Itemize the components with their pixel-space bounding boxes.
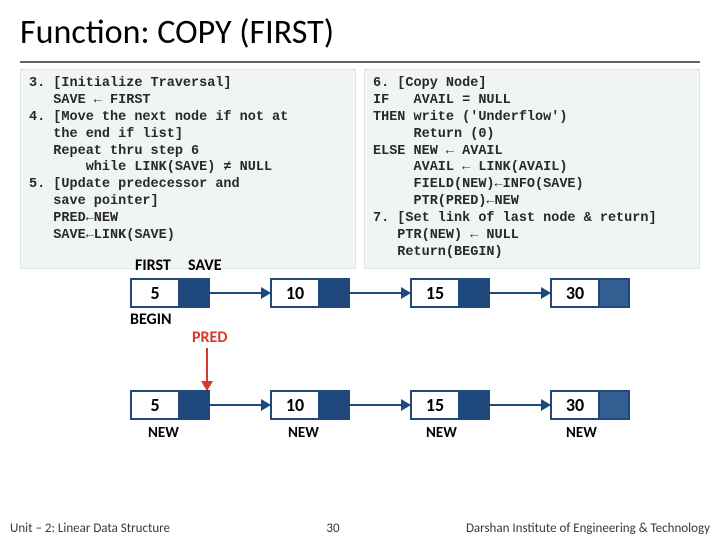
node: 30 [550,390,630,420]
node-pointer [180,280,208,306]
new-labels-row: NEW NEW NEW NEW [130,424,680,442]
code-columns: 3. [Initialize Traversal] SAVE ← FIRST 4… [0,69,720,269]
new-label: NEW [486,424,624,442]
node-value: 30 [552,280,600,306]
new-label: NEW [130,424,210,442]
slide-title: Function: COPY (FIRST) [0,0,720,61]
linked-list-diagram: FIRST SAVE 5 10 15 30 BEGIN PRED 5 [130,278,680,442]
node-value: 10 [272,280,320,306]
node-pointer [180,392,208,418]
node-value: 15 [412,392,460,418]
begin-label: BEGIN [130,310,172,329]
node: 5 [130,278,210,308]
code-left: 3. [Initialize Traversal] SAVE ← FIRST 4… [20,69,356,269]
footer-page: 30 [200,521,466,536]
node-null-pointer [600,392,628,418]
node-value: 5 [132,280,180,306]
code-right: 6. [Copy Node] IF AVAIL = NULL THEN writ… [364,69,700,269]
node-pointer [460,392,488,418]
node-value: 10 [272,392,320,418]
first-label: FIRST [135,256,171,275]
pred-arrow-icon [206,348,208,390]
link-arrow-icon [490,292,550,294]
node: 15 [410,278,490,308]
node-value: 5 [132,392,180,418]
title-divider [20,61,700,63]
top-chain: 5 10 15 30 [130,278,680,308]
new-label: NEW [348,424,486,442]
node: 30 [550,278,630,308]
node-pointer [320,280,348,306]
node: 5 [130,390,210,420]
link-arrow-icon [350,292,410,294]
node: 10 [270,278,350,308]
node: 10 [270,390,350,420]
new-label: NEW [210,424,348,442]
node: 15 [410,390,490,420]
node-pointer [320,392,348,418]
link-arrow-icon [490,404,550,406]
pred-label: PRED [192,328,227,347]
link-arrow-icon [210,404,270,406]
node-value: 30 [552,392,600,418]
node-value: 15 [412,280,460,306]
footer-right: Darshan Institute of Engineering & Techn… [466,521,710,536]
bottom-chain: 5 10 15 30 [130,390,680,420]
footer: Unit – 2: Linear Data Structure 30 Darsh… [0,521,720,536]
link-arrow-icon [210,292,270,294]
link-arrow-icon [350,404,410,406]
footer-left: Unit – 2: Linear Data Structure [10,521,170,536]
save-label: SAVE [188,256,222,275]
node-pointer [460,280,488,306]
node-null-pointer [600,280,628,306]
